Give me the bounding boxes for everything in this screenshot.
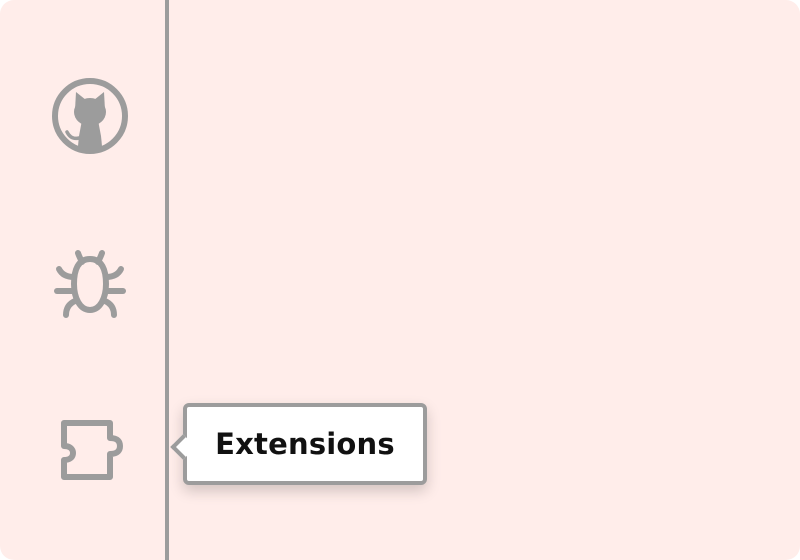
- github-icon: [52, 78, 128, 154]
- activity-item-github[interactable]: [40, 66, 140, 166]
- bug-icon: [54, 250, 126, 318]
- tooltip-label: Extensions: [215, 427, 395, 461]
- activity-bar-divider: [165, 0, 169, 560]
- activity-bar: [0, 0, 165, 560]
- activity-item-debug[interactable]: [40, 234, 140, 334]
- activity-item-extensions[interactable]: [40, 396, 140, 496]
- extensions-tooltip: Extensions: [170, 403, 427, 485]
- app-window: Extensions: [0, 0, 800, 560]
- tooltip-pointer: [170, 434, 196, 460]
- extensions-icon: [61, 420, 123, 480]
